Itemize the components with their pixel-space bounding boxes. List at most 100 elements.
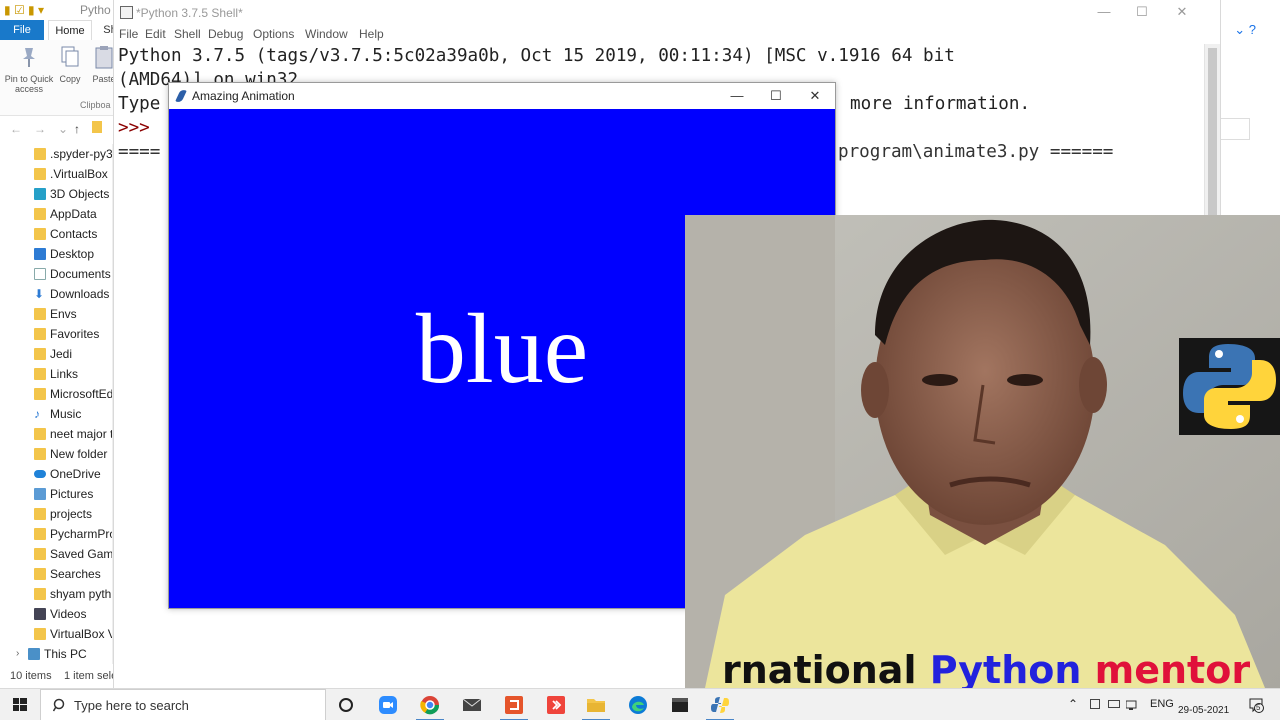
nav-item-label: Favorites: [50, 327, 100, 341]
cortana-button[interactable]: [326, 689, 366, 720]
quick-access-toolbar-icons[interactable]: ▮ ☑ ▮ ▾: [4, 3, 44, 17]
tab-home[interactable]: Home: [48, 20, 92, 40]
nav-item-label: Links: [50, 367, 79, 381]
menu-debug[interactable]: Debug: [208, 27, 243, 41]
tray-overflow-chevron-icon[interactable]: ⌃: [1068, 697, 1078, 711]
menu-options[interactable]: Options: [253, 27, 294, 41]
nav-item[interactable]: Contacts: [0, 224, 114, 244]
maximize-icon[interactable]: ☐: [1132, 4, 1152, 20]
nav-item[interactable]: Saved Game: [0, 544, 114, 564]
tab-file[interactable]: File: [0, 20, 44, 40]
caption-word-2: Python: [929, 648, 1082, 692]
shell-line-restart-start: ====: [118, 142, 161, 162]
recent-chevron-icon[interactable]: ⌄: [58, 122, 68, 136]
ribbon: Pin to Quick access Copy Paste Clipboa: [0, 40, 120, 116]
nav-item[interactable]: Pictures: [0, 484, 114, 504]
status-item-count: 10 items: [10, 670, 52, 682]
nav-item[interactable]: Favorites: [0, 324, 114, 344]
edge-icon: [629, 696, 647, 714]
nav-item[interactable]: MicrosoftEd: [0, 384, 114, 404]
caption-word-3: mentor: [1094, 648, 1251, 692]
nav-item[interactable]: shyam pyth: [0, 584, 114, 604]
nav-item[interactable]: Links: [0, 364, 114, 384]
nav-item[interactable]: neet major t: [0, 424, 114, 444]
zoom-app[interactable]: [368, 689, 408, 720]
chrome-app[interactable]: [410, 689, 450, 720]
file-explorer-app[interactable]: [576, 689, 616, 720]
zoom-icon: [379, 696, 397, 714]
nav-item-this-pc[interactable]: › This PC: [0, 644, 114, 664]
clapper-app[interactable]: [660, 689, 700, 720]
nav-item[interactable]: VirtualBox V: [0, 624, 114, 644]
tray-app-icon[interactable]: [1090, 699, 1100, 709]
presentation-app[interactable]: [494, 689, 534, 720]
copy-label: Copy: [59, 74, 81, 84]
nav-item[interactable]: Documents: [0, 264, 114, 284]
folder-icon: [34, 508, 46, 520]
onedrive-icon: [34, 470, 46, 478]
nav-item[interactable]: New folder: [0, 444, 114, 464]
nav-item[interactable]: Searches: [0, 564, 114, 584]
nav-item[interactable]: Videos: [0, 604, 114, 624]
battery-icon[interactable]: [1108, 700, 1120, 708]
nav-item[interactable]: .VirtualBox: [0, 164, 114, 184]
notification-center-icon[interactable]: 5: [1248, 697, 1264, 713]
input-language[interactable]: ENG: [1150, 698, 1174, 710]
edge-app[interactable]: [618, 689, 658, 720]
minimize-icon[interactable]: —: [727, 88, 747, 103]
folder-icon: [34, 168, 46, 180]
cortana-circle-icon: [339, 698, 353, 712]
start-button[interactable]: [0, 689, 40, 720]
copy-button[interactable]: Copy: [58, 44, 82, 84]
animation-title-bar[interactable]: Amazing Animation — ☐ ✕: [169, 83, 835, 109]
folder-icon: [34, 228, 46, 240]
menu-edit[interactable]: Edit: [145, 27, 166, 41]
nav-item[interactable]: OneDrive: [0, 464, 114, 484]
nav-item-label: Videos: [50, 607, 87, 621]
pin-to-quick-access-button[interactable]: Pin to Quick access: [2, 44, 56, 94]
nav-item[interactable]: Envs: [0, 304, 114, 324]
nav-item[interactable]: Jedi: [0, 344, 114, 364]
nav-item[interactable]: ♪ Music: [0, 404, 114, 424]
nav-item[interactable]: PycharmPro: [0, 524, 114, 544]
tk-feather-icon: [175, 88, 187, 104]
shell-menu-bar: File Edit Shell Debug Options Window Hel…: [114, 26, 1220, 44]
nav-item-label: Desktop: [50, 247, 95, 261]
nav-item[interactable]: projects: [0, 504, 114, 524]
nav-item[interactable]: .spyder-py3: [0, 144, 114, 164]
scrollbar-thumb[interactable]: [1208, 48, 1217, 218]
python-idle-app[interactable]: [700, 689, 740, 720]
taskbar-search-box[interactable]: Type here to search: [40, 689, 326, 720]
anydesk-app[interactable]: [536, 689, 576, 720]
back-arrow-icon[interactable]: ←: [10, 122, 22, 136]
expand-chevron-icon[interactable]: ›: [16, 644, 19, 664]
minimize-icon[interactable]: —: [1094, 4, 1114, 19]
folder-icon: [34, 548, 46, 560]
up-arrow-icon[interactable]: ↑: [74, 122, 80, 136]
nav-item[interactable]: ⬇ Downloads: [0, 284, 114, 304]
network-icon[interactable]: [1125, 699, 1137, 710]
anydesk-icon: [547, 696, 565, 714]
folder-icon: [34, 528, 46, 540]
system-tray: ⌃ ENG 29-05-2021 5: [1066, 689, 1280, 720]
nav-item-label: Downloads: [50, 287, 110, 301]
caption-word-1: national: [740, 648, 917, 692]
close-icon[interactable]: ✕: [1172, 4, 1192, 20]
nav-item[interactable]: Desktop: [0, 244, 114, 264]
nav-item-label: .spyder-py3: [50, 147, 113, 161]
search-icon: [53, 698, 65, 712]
maximize-icon[interactable]: ☐: [766, 88, 786, 104]
menu-help[interactable]: Help: [359, 27, 384, 41]
close-icon[interactable]: ✕: [805, 88, 825, 104]
nav-item[interactable]: 3D Objects: [0, 184, 114, 204]
mail-app[interactable]: [452, 689, 492, 720]
folder-icon: [34, 308, 46, 320]
nav-item-label: Saved Game: [50, 547, 114, 561]
clock-date[interactable]: 29-05-2021: [1178, 705, 1229, 716]
menu-shell[interactable]: Shell: [174, 27, 201, 41]
forward-arrow-icon[interactable]: →: [34, 122, 46, 136]
nav-item[interactable]: AppData: [0, 204, 114, 224]
menu-window[interactable]: Window: [305, 27, 348, 41]
menu-file[interactable]: File: [119, 27, 138, 41]
help-icon[interactable]: ⌄ ?: [1234, 22, 1256, 38]
